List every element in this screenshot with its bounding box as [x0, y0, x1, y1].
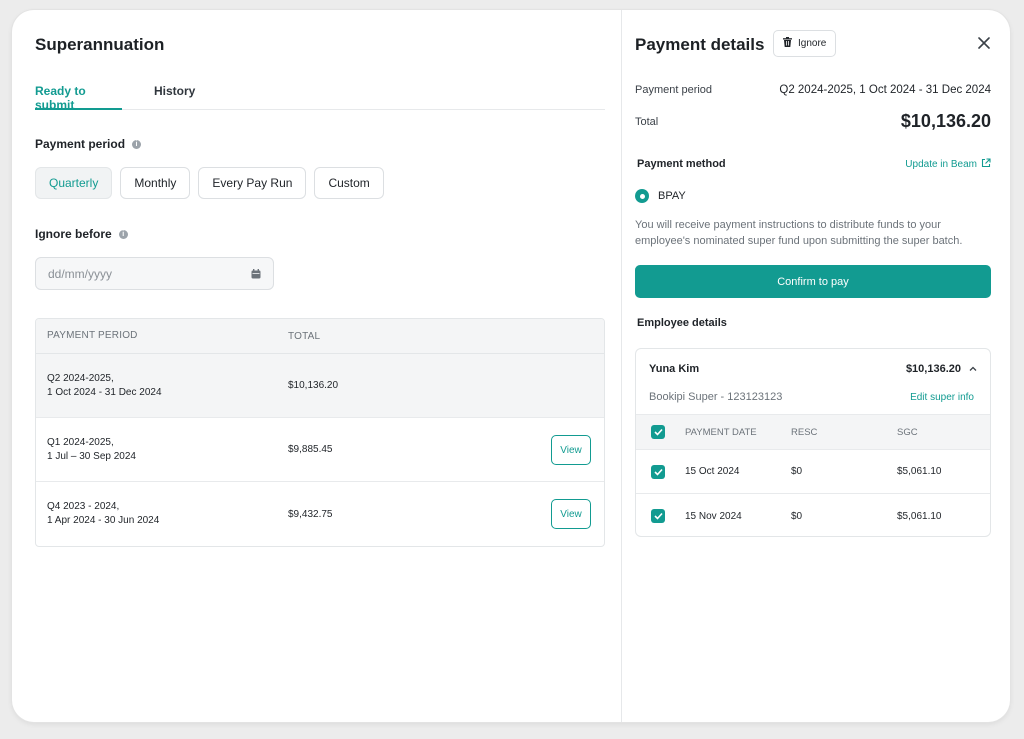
every-pay-run-button[interactable]: Every Pay Run — [198, 167, 307, 199]
period-range: 1 Oct 2024 - 31 Dec 2024 — [47, 386, 162, 398]
period-range: 1 Jul – 30 Sep 2024 — [47, 450, 136, 462]
table-row[interactable]: Q4 2023 - 2024, 1 Apr 2024 - 30 Jun 2024… — [36, 482, 604, 546]
edit-super-info-link[interactable]: Edit super info — [910, 392, 974, 403]
radio-selected-icon[interactable] — [635, 189, 649, 203]
table-header: PAYMENT PERIOD TOTAL — [36, 319, 604, 354]
tab-bar: Ready to submit History — [35, 82, 605, 112]
page-title: Superannuation — [35, 35, 165, 54]
period-cell: Q2 2024-2025, 1 Oct 2024 - 31 Dec 2024 — [36, 372, 288, 400]
select-all-checkbox[interactable] — [651, 425, 665, 439]
close-icon[interactable] — [976, 35, 992, 51]
bpay-label: BPAY — [658, 190, 686, 202]
column-header-payment-period: PAYMENT PERIOD — [47, 330, 138, 341]
payment-period-options: Quarterly Monthly Every Pay Run Custom — [35, 167, 384, 199]
check-icon — [653, 428, 663, 436]
payment-period-label-text: Payment period — [35, 137, 126, 151]
payment-method-description: You will receive payment instructions to… — [635, 219, 963, 247]
employee-super-fund: Bookipi Super - 123123123 — [649, 391, 783, 403]
column-header-resc: RESC — [791, 426, 818, 438]
total-key: Total — [635, 116, 659, 128]
update-in-beam-label: Update in Beam — [905, 159, 977, 170]
info-icon[interactable]: i — [118, 229, 128, 239]
quarterly-button[interactable]: Quarterly — [35, 167, 113, 199]
payment-date-cell: 15 Oct 2024 — [685, 466, 740, 477]
select-all-cell — [636, 425, 685, 439]
payment-period-key: Payment period — [635, 84, 713, 96]
superannuation-dialog: Superannuation Ready to submit History P… — [12, 10, 1010, 722]
period-cell: Q1 2024-2025, 1 Jul – 30 Sep 2024 — [36, 436, 288, 464]
bpay-option[interactable]: BPAY — [635, 189, 686, 203]
monthly-button[interactable]: Monthly — [120, 167, 191, 199]
custom-button[interactable]: Custom — [314, 167, 384, 199]
trash-icon — [783, 37, 792, 50]
employee-payments-table: PAYMENT DATE RESC SGC 15 Oct 2024 $0 $5,… — [636, 414, 990, 536]
check-icon — [653, 512, 663, 520]
payment-details-panel: Payment details Ignore Payment period Q2… — [622, 10, 1010, 722]
confirm-to-pay-button[interactable]: Confirm to pay — [635, 265, 991, 298]
update-in-beam-link[interactable]: Update in Beam — [905, 158, 991, 171]
row-checkbox[interactable] — [651, 464, 665, 479]
ignore-before-input[interactable] — [48, 266, 228, 281]
table-row: 15 Nov 2024 $0 $5,061.10 — [636, 494, 990, 536]
ignore-button[interactable]: Ignore — [773, 30, 837, 57]
employee-total: $10,136.20 — [905, 363, 961, 375]
payment-period-label: Payment period i — [35, 137, 142, 151]
chevron-up-icon[interactable] — [969, 363, 977, 375]
period-range: 1 Apr 2024 - 30 Jun 2024 — [47, 515, 160, 526]
period-cell: Q4 2023 - 2024, 1 Apr 2024 - 30 Jun 2024 — [36, 500, 288, 528]
sgc-cell: $5,061.10 — [897, 466, 942, 477]
column-header-total: TOTAL — [288, 330, 321, 342]
table-row: 15 Oct 2024 $0 $5,061.10 — [636, 450, 990, 494]
superannuation-panel: Superannuation Ready to submit History P… — [12, 10, 621, 722]
tab-ready-to-submit[interactable]: Ready to submit — [35, 84, 122, 112]
ignore-button-label: Ignore — [798, 38, 827, 49]
tab-history[interactable]: History — [154, 84, 195, 110]
table-row[interactable]: Q1 2024-2025, 1 Jul – 30 Sep 2024 $9,885… — [36, 418, 604, 482]
payment-date-cell: 15 Nov 2024 — [685, 510, 742, 522]
payment-method-label: Payment method — [637, 158, 726, 170]
sgc-cell: $5,061.10 — [897, 510, 942, 522]
total-value: $10,136.20 — [900, 111, 991, 131]
resc-cell: $0 — [791, 510, 803, 522]
view-button[interactable]: View — [551, 435, 591, 465]
info-icon[interactable]: i — [132, 139, 142, 149]
table-header: PAYMENT DATE RESC SGC — [636, 414, 990, 450]
ignore-before-date-field[interactable] — [35, 257, 274, 290]
view-button[interactable]: View — [551, 499, 591, 529]
period-quarter: Q1 2024-2025, — [47, 436, 114, 448]
resc-cell: $0 — [791, 466, 803, 477]
payment-periods-table: PAYMENT PERIOD TOTAL Q2 2024-2025, 1 Oct… — [35, 318, 605, 547]
table-row[interactable]: Q2 2024-2025, 1 Oct 2024 - 31 Dec 2024 $… — [36, 354, 604, 418]
employee-total-toggle[interactable]: $10,136.20 — [906, 363, 977, 375]
column-header-payment-date: PAYMENT DATE — [685, 426, 757, 438]
row-checkbox[interactable] — [651, 509, 665, 523]
row-select-cell — [636, 509, 685, 523]
column-header-sgc: SGC — [897, 426, 918, 438]
row-select-cell — [636, 464, 685, 479]
ignore-before-label-text: Ignore before — [35, 227, 112, 241]
employee-name: Yuna Kim — [649, 363, 700, 375]
period-quarter: Q2 2024-2025, — [47, 372, 114, 384]
payment-period-value: Q2 2024-2025, 1 Oct 2024 - 31 Dec 2024 — [779, 84, 991, 96]
payment-details-title: Payment details — [635, 35, 765, 54]
external-link-icon — [981, 158, 991, 171]
period-quarter: Q4 2023 - 2024, — [47, 501, 120, 512]
total-cell: $10,136.20 — [288, 380, 339, 391]
ignore-before-label: Ignore before i — [35, 227, 128, 241]
calendar-icon[interactable] — [251, 268, 261, 279]
employee-card: Yuna Kim $10,136.20 Bookipi Super - 1231… — [635, 348, 991, 537]
employee-details-label: Employee details — [637, 317, 727, 329]
check-icon — [653, 468, 663, 476]
